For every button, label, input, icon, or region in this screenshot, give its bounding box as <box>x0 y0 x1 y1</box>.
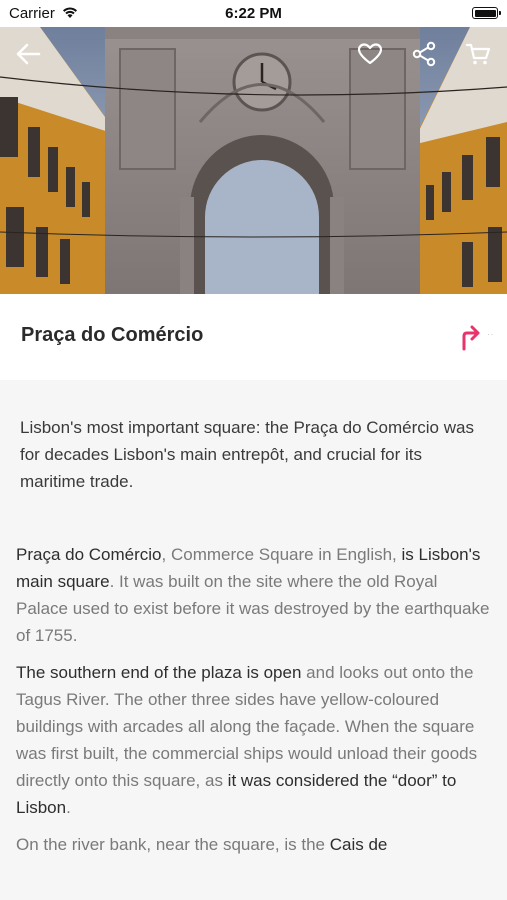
battery-icon <box>472 7 501 19</box>
share-icon <box>412 41 436 67</box>
highlight-text: The southern end of the plaza is open <box>16 663 302 682</box>
directions-arrow-icon <box>462 325 480 351</box>
highlight-text: Praça do Comércio <box>16 545 162 564</box>
heart-icon <box>357 43 383 65</box>
back-arrow-icon <box>16 43 41 65</box>
status-time: 6:22 PM <box>225 5 282 22</box>
place-title: Praça do Comércio <box>21 324 204 346</box>
body-text: , Commerce Square in English, <box>161 545 402 564</box>
body-text: On the river bank, near the square, is t… <box>16 835 330 854</box>
directions-more-icon: ·· <box>487 330 495 339</box>
share-button[interactable] <box>406 36 442 72</box>
directions-button[interactable] <box>456 324 486 352</box>
article-paragraph: On the river bank, near the square, is t… <box>16 831 494 858</box>
status-bar: Carrier 6:22 PM <box>0 0 507 27</box>
place-summary: Lisbon's most important square: the Praç… <box>20 418 474 491</box>
hero-image <box>0 27 507 294</box>
back-button[interactable] <box>10 36 46 72</box>
cart-button[interactable] <box>460 36 496 72</box>
title-bar: Praça do Comércio ·· <box>0 294 507 380</box>
article-body: Praça do Comércio, Commerce Square in En… <box>16 541 494 868</box>
body-text: . <box>66 798 71 817</box>
favorite-button[interactable] <box>352 36 388 72</box>
cart-icon <box>465 43 491 65</box>
article-paragraph: The southern end of the plaza is open an… <box>16 659 494 821</box>
highlight-text: Cais de <box>329 835 388 854</box>
article-paragraph: Praça do Comércio, Commerce Square in En… <box>16 541 494 649</box>
